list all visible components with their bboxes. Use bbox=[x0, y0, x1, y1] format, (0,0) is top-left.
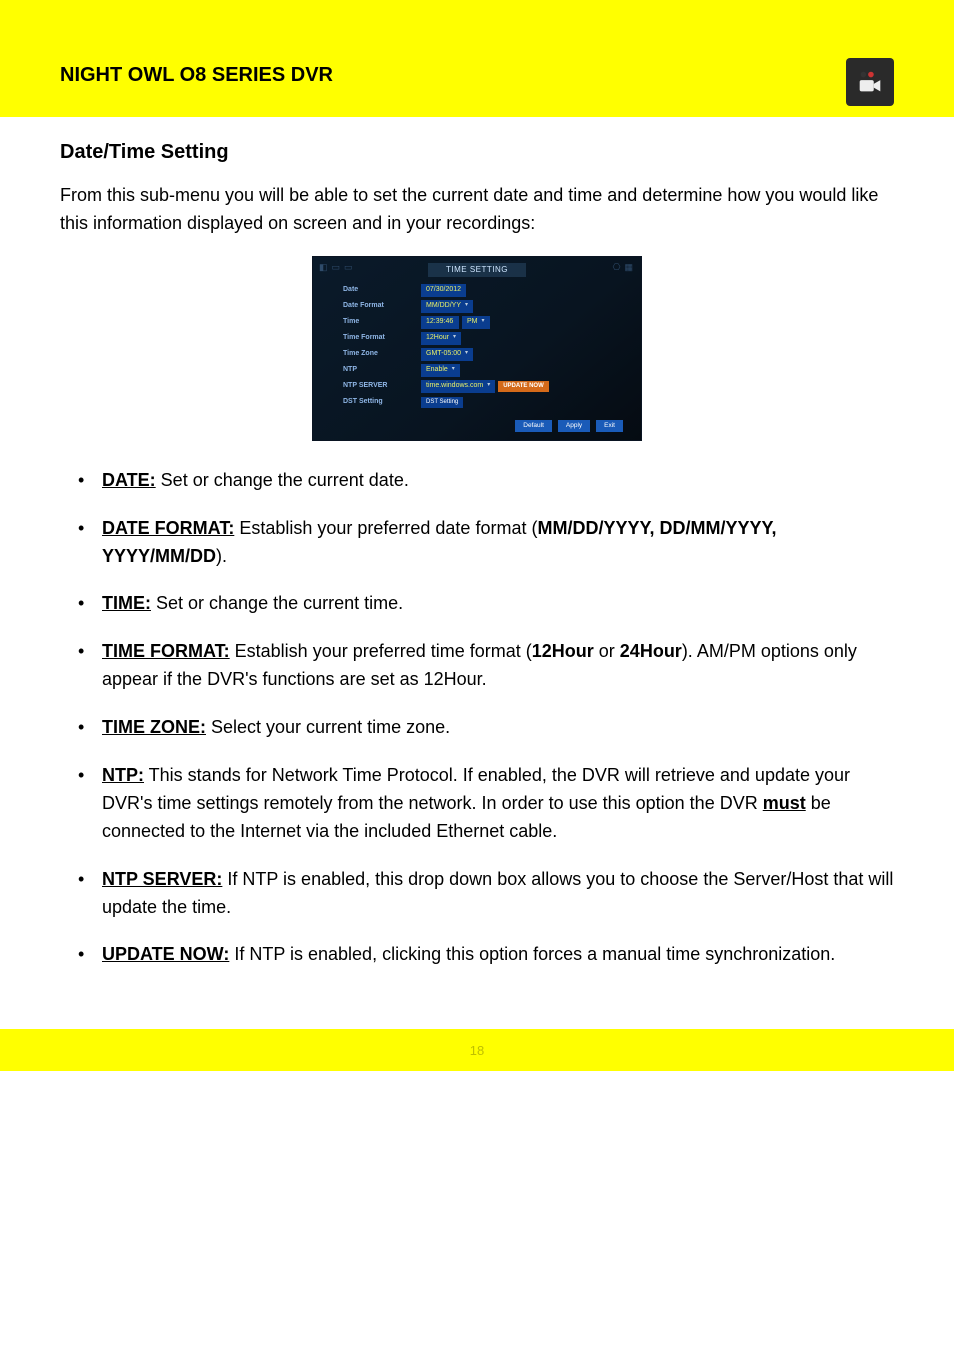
list-item-update-now: UPDATE NOW: If NTP is enabled, clicking … bbox=[60, 941, 894, 969]
titlebar-icon: ◧ bbox=[319, 261, 328, 275]
ss-exit-button[interactable]: Exit bbox=[596, 420, 623, 432]
list-item-time-format: TIME FORMAT: Establish your preferred ti… bbox=[60, 638, 894, 694]
ss-row-time: Time 12:39:46 PM▾ bbox=[343, 317, 621, 329]
item-highlight: 12Hour bbox=[532, 641, 594, 661]
list-item-time: TIME: Set or change the current time. bbox=[60, 590, 894, 618]
ss-tz-select[interactable]: GMT-05:00▾ bbox=[421, 348, 473, 361]
ss-update-now-button[interactable]: UPDATE NOW bbox=[498, 381, 549, 392]
ss-datefmt-select[interactable]: MM/DD/YY▾ bbox=[421, 300, 473, 313]
titlebar-icon: ▭ bbox=[332, 261, 341, 275]
ss-dst-button[interactable]: DST Setting bbox=[421, 397, 463, 408]
item-title: UPDATE NOW: bbox=[102, 944, 229, 964]
item-title: NTP: bbox=[102, 765, 144, 785]
page-content: Date/Time Setting From this sub-menu you… bbox=[0, 117, 954, 1029]
item-text: ). bbox=[216, 546, 227, 566]
item-text: If NTP is enabled, clicking this option … bbox=[229, 944, 835, 964]
time-setting-screenshot: ◧ ▭ ▭ TIME SETTING ⎔ ▦ Date 07/30/2012 D… bbox=[312, 256, 642, 441]
ss-label: Date Format bbox=[343, 301, 421, 312]
ss-label: Time Zone bbox=[343, 349, 421, 360]
item-title: TIME: bbox=[102, 593, 151, 613]
list-item-time-zone: TIME ZONE: Select your current time zone… bbox=[60, 714, 894, 742]
ss-row-datefmt: Date Format MM/DD/YY▾ bbox=[343, 301, 621, 313]
item-text: Set or change the current date. bbox=[156, 470, 409, 490]
ss-row-ntpserver: NTP SERVER time.windows.com▾ UPDATE NOW bbox=[343, 381, 621, 393]
screenshot-footer: Default Apply Exit bbox=[515, 420, 623, 432]
item-title: TIME FORMAT: bbox=[102, 641, 230, 661]
list-item-date: DATE: Set or change the current date. bbox=[60, 467, 894, 495]
ss-ampm-select[interactable]: PM▾ bbox=[462, 316, 490, 329]
ss-label: Date bbox=[343, 285, 421, 296]
ss-default-button[interactable]: Default bbox=[515, 420, 552, 432]
section-heading: Date/Time Setting bbox=[60, 137, 894, 168]
feature-list: DATE: Set or change the current date. DA… bbox=[60, 467, 894, 970]
titlebar-icon: ▦ bbox=[624, 261, 633, 275]
titlebar-left-icons: ◧ ▭ ▭ bbox=[319, 261, 353, 275]
ss-row-timefmt: Time Format 12Hour▾ bbox=[343, 333, 621, 345]
item-emphasis: must bbox=[763, 793, 806, 813]
ss-ntpserver-select[interactable]: time.windows.com▾ bbox=[421, 380, 495, 393]
item-text: Establish your preferred date format ( bbox=[234, 518, 537, 538]
titlebar-right-icons: ⎔ ▦ bbox=[613, 261, 633, 275]
item-text: or bbox=[594, 641, 620, 661]
item-text: Select your current time zone. bbox=[206, 717, 450, 737]
ss-row-date: Date 07/30/2012 bbox=[343, 285, 621, 297]
list-item-ntp-server: NTP SERVER: If NTP is enabled, this drop… bbox=[60, 866, 894, 922]
item-title: NTP SERVER: bbox=[102, 869, 222, 889]
ss-row-dst: DST Setting DST Setting bbox=[343, 397, 621, 409]
item-text: Establish your preferred time format ( bbox=[230, 641, 532, 661]
page-header: NIGHT OWL O8 SERIES DVR bbox=[0, 48, 954, 117]
ss-row-ntp: NTP Enable▾ bbox=[343, 365, 621, 377]
list-item-date-format: DATE FORMAT: Establish your preferred da… bbox=[60, 515, 894, 571]
screenshot-body: Date 07/30/2012 Date Format MM/DD/YY▾ Ti… bbox=[343, 285, 621, 413]
titlebar-icon: ⎔ bbox=[613, 261, 621, 275]
ss-ntp-select[interactable]: Enable▾ bbox=[421, 364, 460, 377]
header-title: NIGHT OWL O8 SERIES DVR bbox=[60, 64, 894, 87]
page-number: 18 bbox=[470, 1043, 484, 1058]
ss-label: DST Setting bbox=[343, 397, 421, 408]
screenshot-container: ◧ ▭ ▭ TIME SETTING ⎔ ▦ Date 07/30/2012 D… bbox=[60, 256, 894, 441]
ss-row-tz: Time Zone GMT-05:00▾ bbox=[343, 349, 621, 361]
ss-date-input[interactable]: 07/30/2012 bbox=[421, 284, 466, 297]
item-highlight: 24Hour bbox=[620, 641, 682, 661]
footer-bar: 18 bbox=[0, 1029, 954, 1071]
item-title: DATE FORMAT: bbox=[102, 518, 234, 538]
top-bar bbox=[0, 0, 954, 48]
ss-label: NTP bbox=[343, 365, 421, 376]
ss-apply-button[interactable]: Apply bbox=[558, 420, 590, 432]
camera-record-icon bbox=[846, 58, 894, 106]
ss-label: Time Format bbox=[343, 333, 421, 344]
ss-time-input[interactable]: 12:39:46 bbox=[421, 316, 459, 329]
intro-paragraph: From this sub-menu you will be able to s… bbox=[60, 182, 894, 238]
ss-label: NTP SERVER bbox=[343, 381, 421, 392]
ss-label: Time bbox=[343, 317, 421, 328]
screenshot-title: TIME SETTING bbox=[428, 263, 526, 277]
titlebar-icon: ▭ bbox=[344, 261, 353, 275]
item-title: DATE: bbox=[102, 470, 156, 490]
ss-timefmt-select[interactable]: 12Hour▾ bbox=[421, 332, 461, 345]
item-text: This stands for Network Time Protocol. I… bbox=[102, 765, 850, 813]
list-item-ntp: NTP: This stands for Network Time Protoc… bbox=[60, 762, 894, 846]
item-title: TIME ZONE: bbox=[102, 717, 206, 737]
item-text: Set or change the current time. bbox=[151, 593, 403, 613]
